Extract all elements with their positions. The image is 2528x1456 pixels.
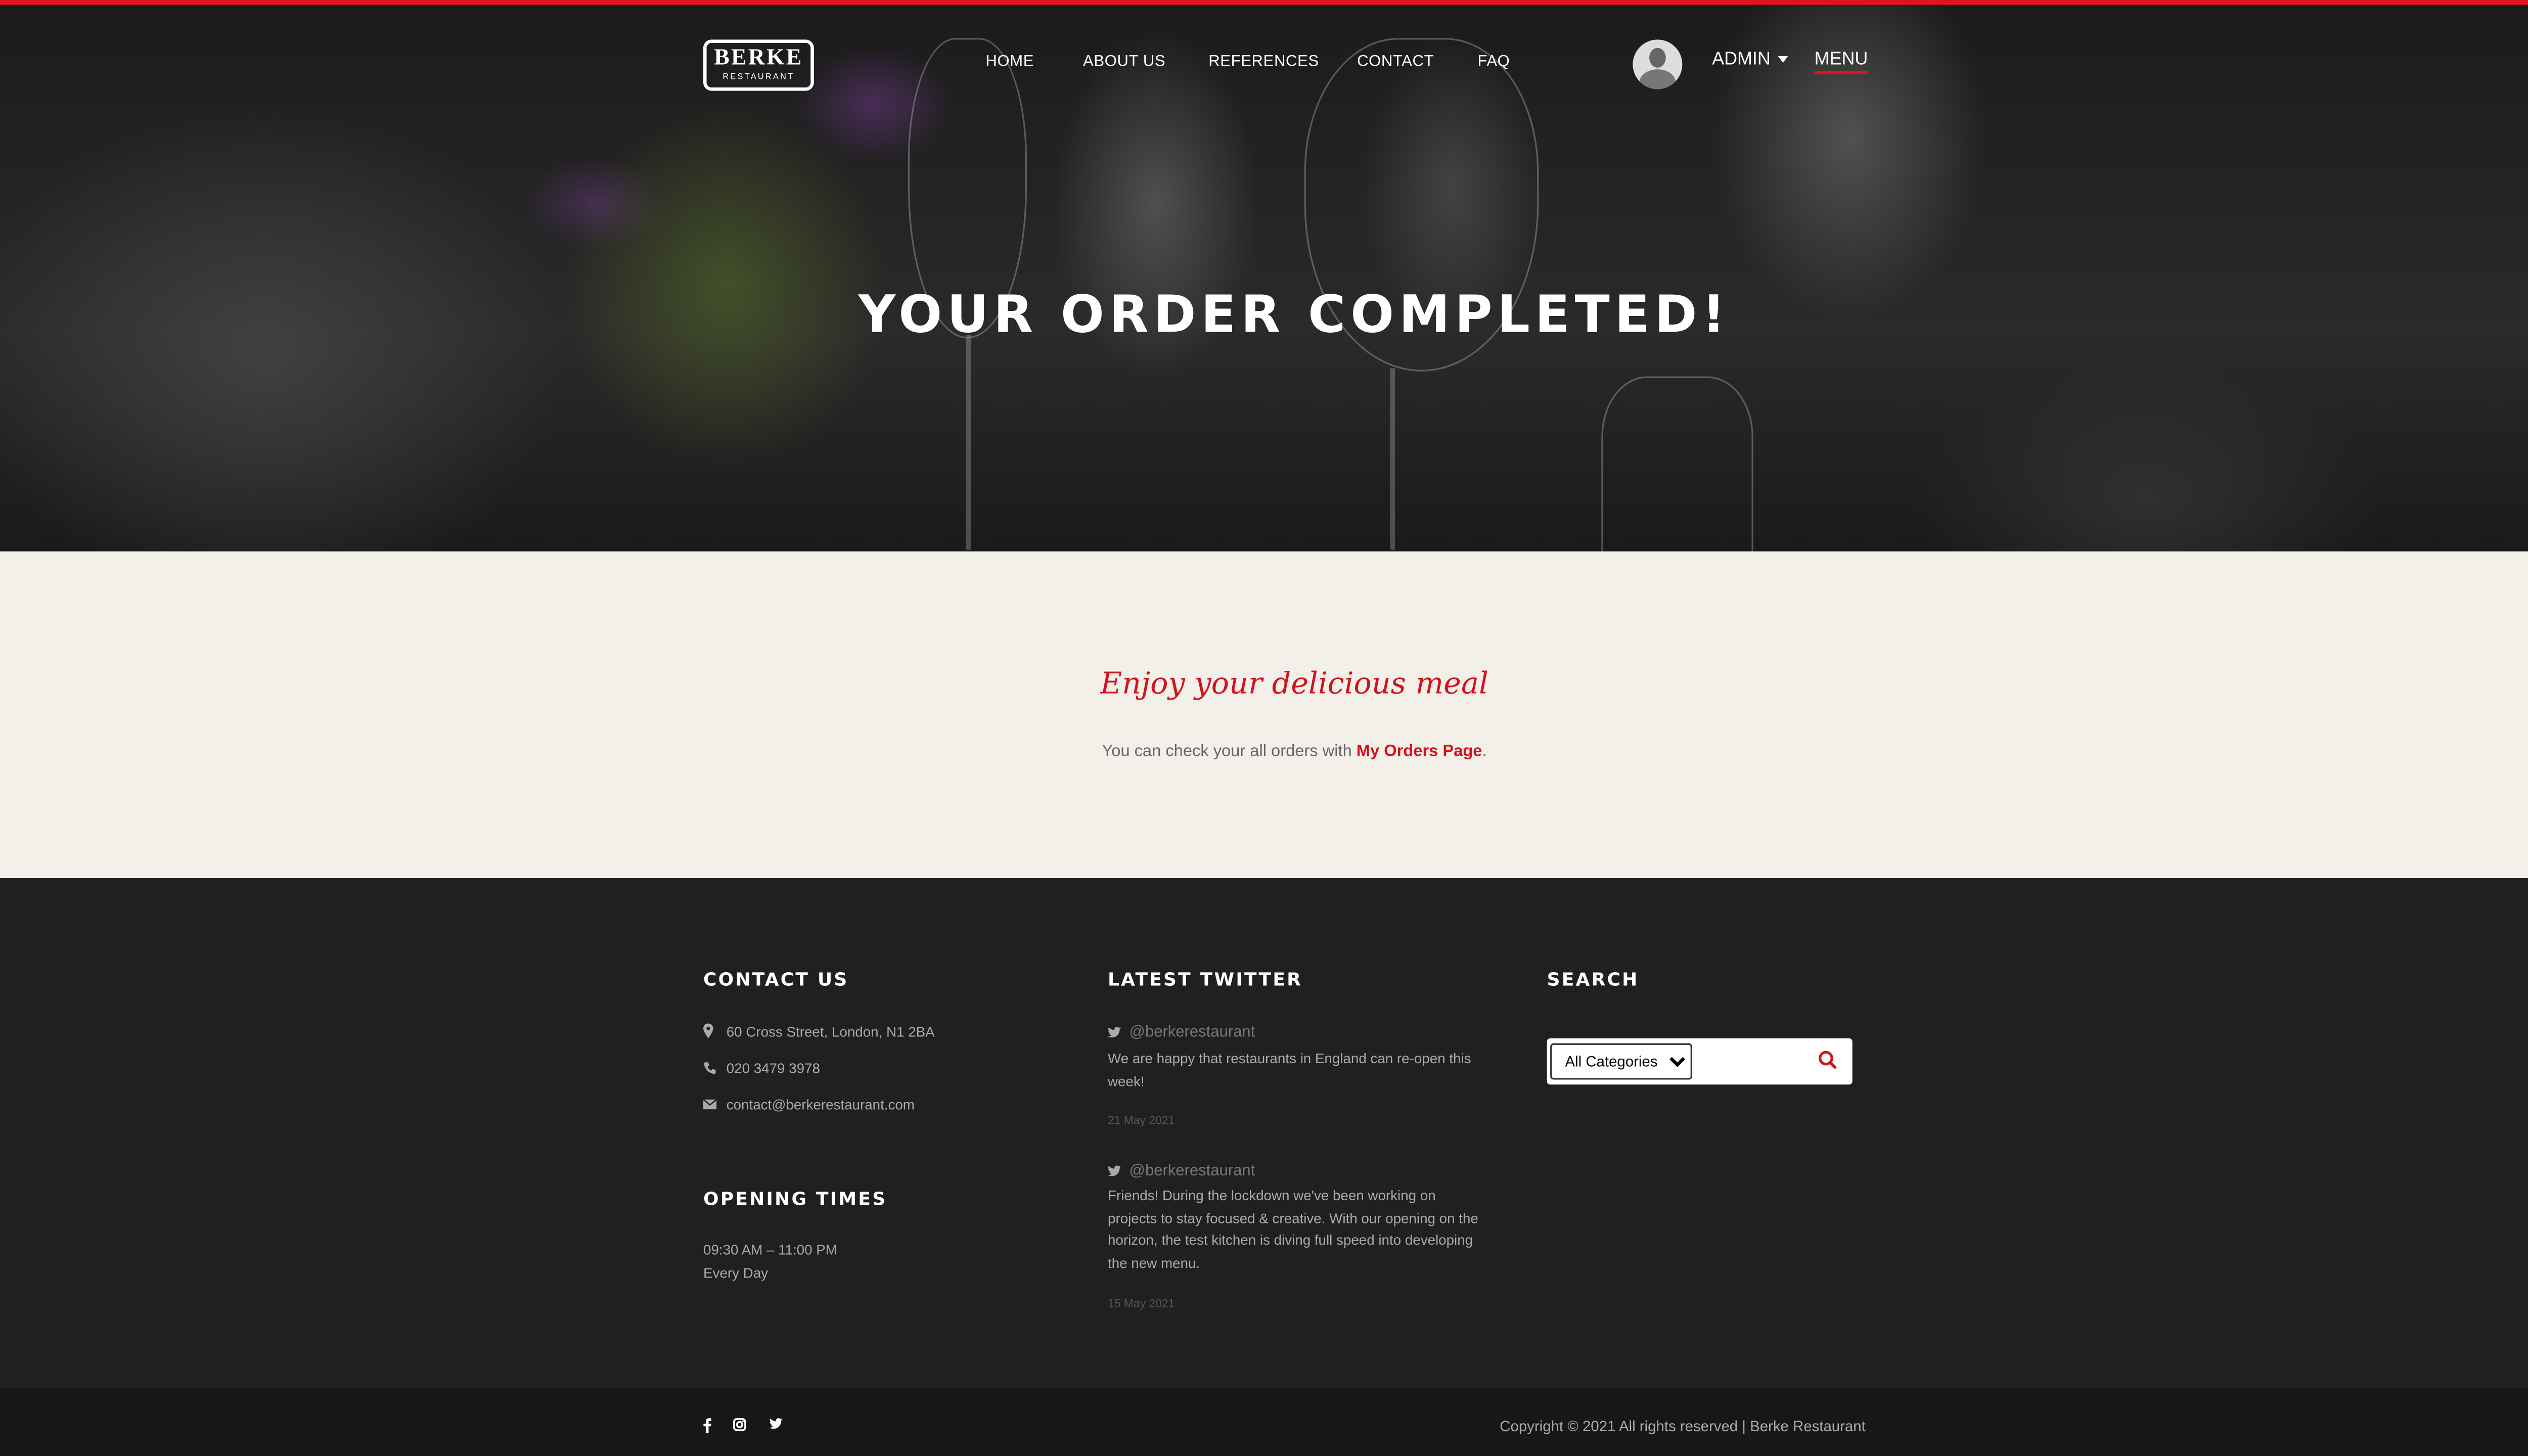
orders-message: You can check your all orders with My Or… (0, 743, 2528, 761)
wine-glass-image (1601, 376, 1753, 578)
chevron-down-icon (1779, 56, 1789, 63)
search-form: All Categories (1547, 1038, 1853, 1085)
contact-address: 60 Cross Street, London, N1 2BA (726, 1023, 935, 1040)
category-select[interactable]: All Categories (1550, 1043, 1692, 1080)
contact-us-title: CONTACT US (703, 969, 849, 991)
orders-message-suffix: . (1482, 743, 1487, 761)
user-dropdown[interactable]: ADMIN (1712, 50, 1789, 69)
twitter-icon[interactable] (769, 1418, 783, 1430)
envelope-icon (703, 1099, 717, 1110)
phone-icon (704, 1062, 716, 1074)
nav-home[interactable]: HOME (985, 53, 1034, 71)
contact-phone: 020 3479 3978 (726, 1060, 820, 1076)
site-header: BERKE RESTAURANT HOME ABOUT US REFERENCE… (0, 5, 2528, 121)
avatar[interactable] (1633, 39, 1683, 89)
footer-bottom-bar: Copyright © 2021 All rights reserved | B… (0, 1388, 2528, 1456)
opening-times-title: OPENING TIMES (703, 1189, 887, 1210)
tweet-date: 21 May 2021 (1108, 1116, 1175, 1128)
tweet-handle[interactable]: @berkerestaurant (1129, 1162, 1255, 1180)
map-pin-icon (703, 1023, 713, 1038)
logo[interactable]: BERKE RESTAURANT (703, 39, 814, 91)
instagram-icon[interactable] (733, 1418, 746, 1431)
logo-main-text: BERKE (714, 46, 803, 71)
glass-stem-image (1390, 368, 1395, 550)
hero-title: YOUR ORDER COMPLETED! (858, 285, 1731, 345)
tweet-text: Friends! During the lockdown we've been … (1108, 1187, 1478, 1271)
glass-stem-image (966, 335, 971, 550)
nav-faq[interactable]: FAQ (1477, 53, 1510, 71)
logo-sub-text: RESTAURANT (723, 72, 795, 83)
latest-twitter-title: LATEST TWITTER (1108, 969, 1303, 991)
facebook-icon[interactable] (703, 1418, 711, 1433)
contact-email[interactable]: contact@berkerestaurant.com (727, 1096, 915, 1113)
opening-hours: 09:30 AM – 11:00 PM (703, 1241, 837, 1258)
my-orders-link[interactable]: My Orders Page (1357, 743, 1482, 761)
user-label: ADMIN (1712, 49, 1771, 70)
order-confirmation-section: Enjoy your delicious meal You can check … (0, 551, 2528, 879)
search-title: SEARCH (1547, 969, 1639, 991)
twitter-icon (1108, 1027, 1121, 1038)
search-icon[interactable] (1816, 1048, 1839, 1071)
top-accent-line (0, 0, 2528, 5)
footer: CONTACT US 60 Cross Street, London, N1 2… (0, 878, 2528, 1389)
menu-link[interactable]: MENU (1814, 50, 1868, 74)
tweet-date: 15 May 2021 (1108, 1299, 1175, 1311)
avatar-head (1649, 48, 1666, 68)
orders-message-text: You can check your all orders with (1102, 743, 1357, 761)
twitter-icon (1108, 1165, 1121, 1176)
copyright-text: Copyright © 2021 All rights reserved | B… (1500, 1418, 1866, 1435)
nav-references[interactable]: REFERENCES (1208, 53, 1319, 71)
tweet-handle[interactable]: @berkerestaurant (1129, 1023, 1255, 1041)
enjoy-heading: Enjoy your delicious meal (1100, 667, 1488, 702)
tweet-text: We are happy that restaurants in England… (1108, 1050, 1471, 1089)
avatar-body (1639, 69, 1676, 89)
nav-about-us[interactable]: ABOUT US (1083, 53, 1165, 71)
opening-days: Every Day (703, 1264, 769, 1281)
nav-contact[interactable]: CONTACT (1357, 53, 1434, 71)
